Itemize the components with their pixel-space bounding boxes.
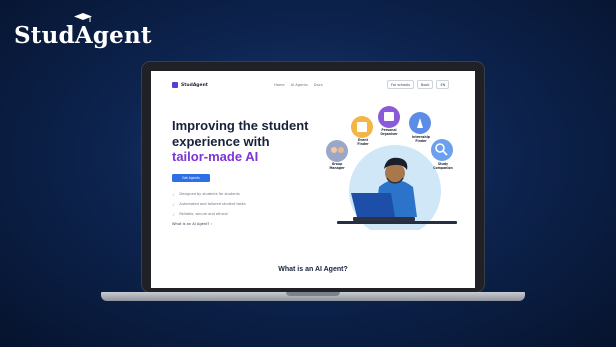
feature-item: ✓ Reliable, secure and ethical xyxy=(172,209,302,219)
cta-button[interactable]: Get Agents xyxy=(172,174,210,182)
laptop-screen: StudAgent Home AI Agents Docs For school… xyxy=(151,71,475,288)
label-internship-finder: Internship Finder xyxy=(412,135,430,143)
brand-name-suffix: gent xyxy=(92,22,152,49)
feature-text: Designed by students for students xyxy=(179,192,240,196)
feature-item: ✓ Designed by students for students xyxy=(172,189,302,199)
site-logo-text: StudAgent xyxy=(181,82,208,88)
section-title: What is an AI Agent? xyxy=(278,266,348,273)
check-icon: ✓ xyxy=(172,201,176,207)
graduation-cap-icon xyxy=(73,13,92,22)
brand-cap-letter: A xyxy=(74,22,93,49)
hero-illustration: Event Finder Personal Organiser Internsh… xyxy=(317,105,467,237)
feature-item: ✓ Automated and tailored student tasks xyxy=(172,199,302,209)
site-navbar: StudAgent Home AI Agents Docs For school… xyxy=(151,71,475,93)
brand-wordmark: Stud Agent xyxy=(14,13,152,49)
nav-links: Home AI Agents Docs xyxy=(274,83,323,87)
label-group-manager: Group Manager xyxy=(329,162,345,170)
hero-headline-line1: Improving the student xyxy=(172,118,309,133)
nav-link-home[interactable]: Home xyxy=(274,83,285,87)
nav-buttons: For schools Book EN xyxy=(387,80,450,89)
feature-text: Reliable, secure and ethical xyxy=(179,212,228,216)
site-logo-icon xyxy=(172,82,178,88)
nav-link-docs[interactable]: Docs xyxy=(314,83,323,87)
brand-cap-letter-wrap: A xyxy=(73,13,93,49)
nav-button-schools[interactable]: For schools xyxy=(387,80,415,89)
nav-button-language[interactable]: EN xyxy=(436,80,450,89)
laptop-base-notch xyxy=(286,292,340,296)
check-icon: ✓ xyxy=(172,211,176,217)
hero-headline-line2: experience with xyxy=(172,133,270,149)
label-study-companion: Study Companion xyxy=(433,162,453,170)
label-event-finder: Event Finder xyxy=(357,138,369,146)
hero-headline: Improving the student experience with ta… xyxy=(172,118,317,165)
site-logo[interactable]: StudAgent xyxy=(172,82,208,88)
nav-button-book[interactable]: Book xyxy=(417,80,434,89)
nav-link-ai-agents[interactable]: AI Agents xyxy=(291,83,308,87)
feature-text: Automated and tailored student tasks xyxy=(179,202,246,206)
brand-name-prefix: Stud xyxy=(14,22,75,49)
feature-list: ✓ Designed by students for students ✓ Au… xyxy=(172,189,302,219)
check-icon: ✓ xyxy=(172,191,176,197)
label-personal-organiser: Personal Organiser xyxy=(380,128,398,136)
what-is-agent-link[interactable]: What is an AI Agent? › xyxy=(172,222,212,226)
hero-headline-accent: tailor-made AI xyxy=(172,149,259,164)
